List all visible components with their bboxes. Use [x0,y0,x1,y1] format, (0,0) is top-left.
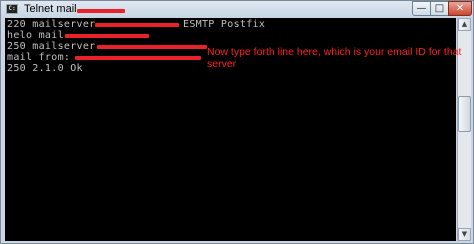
redaction-mark [97,45,207,49]
redaction-mark [77,9,125,13]
console-line: ESMTP Postfix [183,19,266,30]
maximize-button[interactable]: □ [430,1,449,16]
redaction-mark [95,23,179,27]
telnet-window: C: Telnet mail — □ ✕ 220 mailserver. ESM… [0,0,474,244]
redaction-mark [75,56,201,60]
redaction-mark [65,34,149,38]
console-line: helo mail. [7,30,71,41]
title-bar[interactable]: C: Telnet mail — □ ✕ [1,1,473,18]
scroll-up-icon[interactable]: ▲ [458,18,471,31]
console-line: 250 mailserver. [7,41,102,52]
console-line: 220 mailserver. [7,19,102,30]
close-button[interactable]: ✕ [448,1,472,16]
console-line: 250 2.1.0 Ok [7,63,83,74]
console-icon[interactable]: C: [6,4,18,14]
scrollbar-thumb[interactable] [458,96,471,132]
scroll-down-icon[interactable]: ▼ [458,228,471,241]
minimize-button[interactable]: — [412,1,431,16]
console-line: mail from: [7,52,77,63]
annotation-note: Now type forth line here, which is your … [207,46,462,70]
window-title: Telnet mail [24,3,77,15]
